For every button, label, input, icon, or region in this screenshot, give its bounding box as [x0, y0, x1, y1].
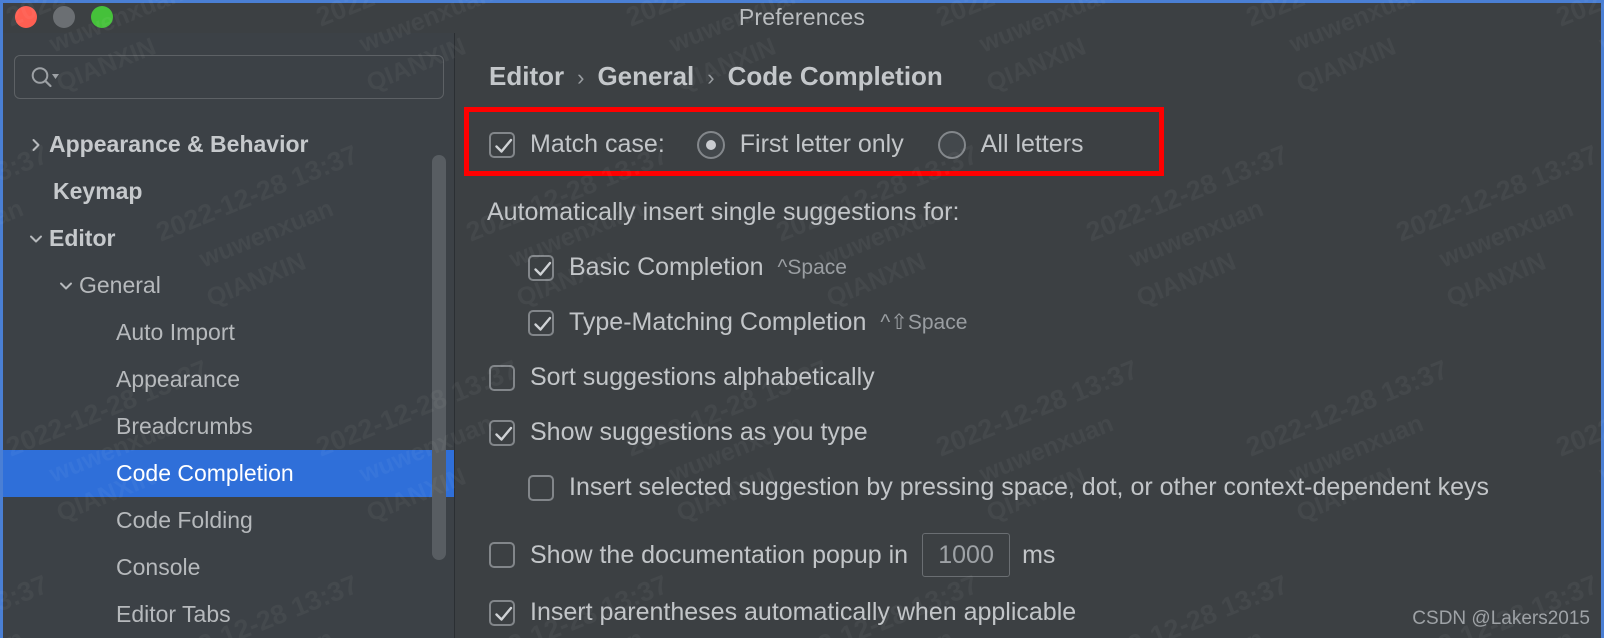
settings-tree: Appearance & Behavior Keymap Editor Gene…	[3, 121, 454, 638]
sidebar-item-label: Code Completion	[116, 460, 294, 486]
chevron-right-icon[interactable]	[23, 132, 49, 158]
breadcrumb-item-code-completion: Code Completion	[727, 61, 943, 91]
sidebar-item-appearance[interactable]: Appearance	[3, 356, 454, 403]
sidebar-item-label: Editor Tabs	[116, 601, 231, 627]
radio-first-letter-only-indicator[interactable]	[696, 130, 725, 159]
match-case-checkbox[interactable]	[489, 131, 515, 158]
sidebar-item-code-completion[interactable]: Code Completion	[3, 450, 454, 497]
sidebar-item-label: Editor	[49, 225, 116, 251]
sidebar-item-console[interactable]: Console	[3, 544, 454, 591]
sidebar-item-label: Breadcrumbs	[116, 413, 253, 439]
match-case-label: Match case:	[530, 130, 665, 158]
sidebar-item-label: General	[79, 272, 161, 298]
show-as-you-type-row: Show suggestions as you type	[489, 418, 868, 447]
settings-main-panel: Editor › General › Code Completion Match…	[456, 33, 1601, 638]
csdn-credit: CSDN @Lakers2015	[1412, 608, 1590, 629]
radio-all-letters-label: All letters	[980, 130, 1084, 158]
sidebar-item-general[interactable]: General	[3, 262, 454, 309]
doc-popup-row: Show the documentation popup in ms	[489, 533, 1055, 577]
settings-sidebar: Appearance & Behavior Keymap Editor Gene…	[3, 33, 455, 638]
sidebar-scrollbar-thumb[interactable]	[432, 155, 446, 560]
sidebar-item-editor[interactable]: Editor	[3, 215, 454, 262]
show-as-you-type-label: Show suggestions as you type	[530, 418, 868, 446]
type-matching-completion-shortcut: ^⇧Space	[880, 311, 968, 334]
insert-parentheses-checkbox[interactable]	[489, 599, 515, 626]
preferences-window: Preferences Appearance & Behavior Keymap…	[0, 0, 1604, 638]
chevron-down-icon[interactable]	[23, 226, 49, 252]
radio-all-letters[interactable]: All letters	[937, 130, 1084, 159]
radio-all-letters-indicator[interactable]	[937, 130, 966, 159]
sidebar-item-keymap[interactable]: Keymap	[3, 168, 454, 215]
breadcrumb: Editor › General › Code Completion	[489, 61, 943, 92]
sort-alphabetically-checkbox[interactable]	[489, 364, 515, 391]
sidebar-item-code-folding[interactable]: Code Folding	[3, 497, 454, 544]
sidebar-item-editor-tabs[interactable]: Editor Tabs	[3, 591, 454, 638]
doc-popup-label-after: ms	[1022, 540, 1056, 569]
sort-alphabetically-label: Sort suggestions alphabetically	[530, 363, 875, 391]
type-matching-completion-label: Type-Matching Completion	[569, 308, 867, 336]
sidebar-item-label: Appearance & Behavior	[49, 131, 309, 157]
show-as-you-type-checkbox[interactable]	[489, 419, 515, 446]
sidebar-item-auto-import[interactable]: Auto Import	[3, 309, 454, 356]
doc-popup-delay-input[interactable]	[922, 533, 1011, 577]
search-icon	[29, 65, 59, 89]
search-field-wrapper[interactable]	[14, 55, 444, 99]
breadcrumb-item-general[interactable]: General	[597, 61, 694, 92]
sidebar-item-appearance-and-behavior[interactable]: Appearance & Behavior	[3, 121, 454, 168]
sidebar-item-label: Code Folding	[116, 507, 253, 533]
sort-alphabetically-row: Sort suggestions alphabetically	[489, 363, 875, 392]
auto-insert-header-label: Automatically insert single suggestions …	[487, 198, 960, 226]
doc-popup-checkbox[interactable]	[489, 542, 515, 568]
radio-first-letter-only-label: First letter only	[739, 130, 904, 158]
basic-completion-label: Basic Completion	[569, 253, 764, 281]
breadcrumb-item-editor[interactable]: Editor	[489, 61, 564, 92]
type-matching-completion-checkbox[interactable]	[528, 309, 554, 336]
breadcrumb-separator-icon: ›	[707, 65, 715, 90]
auto-insert-header: Automatically insert single suggestions …	[487, 198, 959, 227]
breadcrumb-separator-icon: ›	[577, 65, 585, 90]
sidebar-scrollbar[interactable]	[432, 155, 446, 560]
insert-selected-suggestion-label: Insert selected suggestion by pressing s…	[569, 473, 1489, 501]
search-box[interactable]	[14, 55, 444, 99]
insert-parentheses-label: Insert parentheses automatically when ap…	[530, 598, 1077, 626]
chevron-down-icon[interactable]	[53, 273, 79, 299]
basic-completion-checkbox[interactable]	[528, 254, 554, 281]
insert-parentheses-row: Insert parentheses automatically when ap…	[489, 598, 1076, 627]
match-case-row: Match case: First letter only All letter…	[489, 130, 1084, 159]
sidebar-item-label: Auto Import	[116, 319, 235, 345]
radio-first-letter-only[interactable]: First letter only	[696, 130, 904, 159]
window-title: Preferences	[738, 4, 866, 30]
type-matching-completion-row: Type-Matching Completion ^⇧Space	[528, 308, 967, 337]
sidebar-item-label: Keymap	[53, 178, 143, 204]
basic-completion-shortcut: ^Space	[777, 255, 847, 279]
doc-popup-label-before: Show the documentation popup in	[530, 540, 909, 569]
insert-selected-suggestion-row: Insert selected suggestion by pressing s…	[528, 473, 1489, 502]
title-bar: Preferences	[3, 3, 1601, 33]
basic-completion-row: Basic Completion ^Space	[528, 253, 847, 282]
insert-selected-suggestion-checkbox[interactable]	[528, 474, 554, 501]
sidebar-item-breadcrumbs[interactable]: Breadcrumbs	[3, 403, 454, 450]
sidebar-item-label: Console	[116, 554, 201, 580]
sidebar-item-label: Appearance	[116, 366, 241, 392]
search-input[interactable]	[59, 66, 443, 88]
